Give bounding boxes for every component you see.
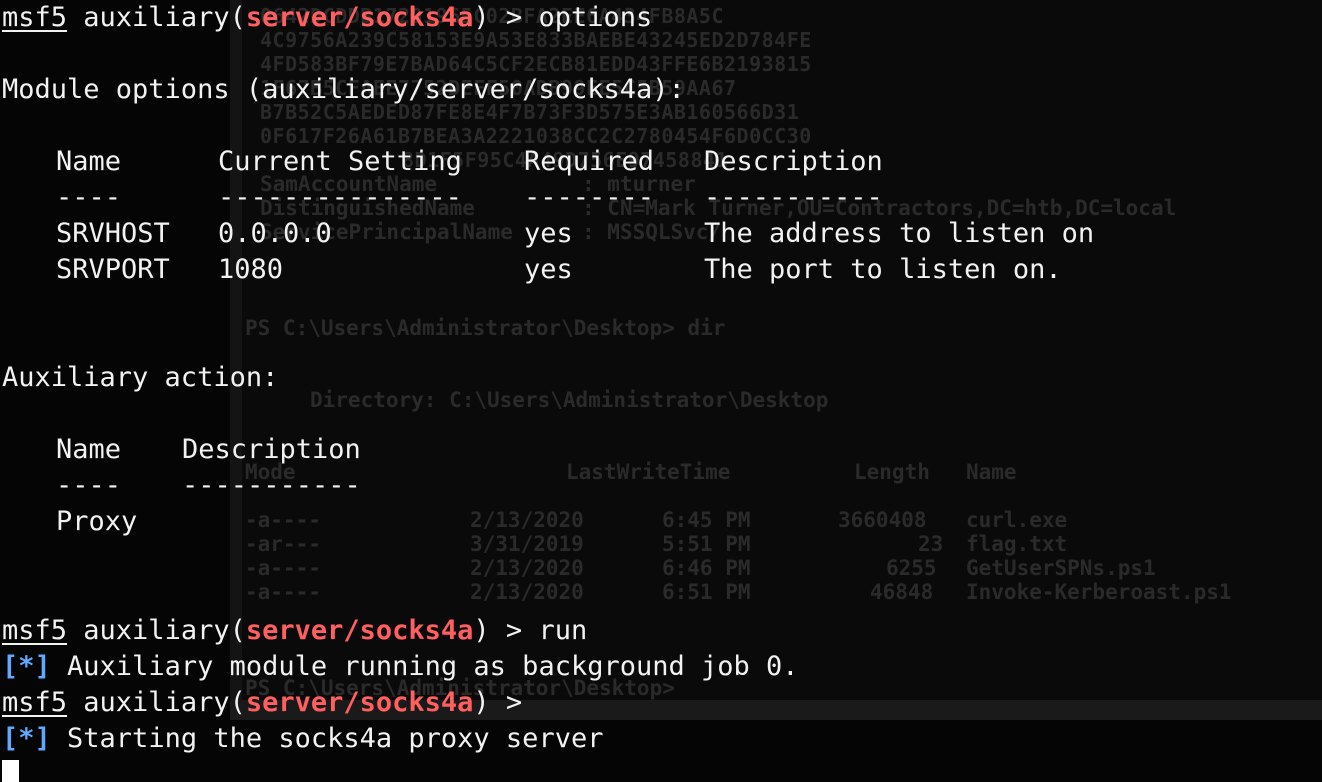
- options-header-setting: Current Setting: [218, 146, 462, 177]
- prompt-module-open: auxiliary(: [67, 687, 246, 718]
- option-name: SRVPORT: [56, 254, 170, 285]
- prompt-module: server/socks4a: [245, 687, 474, 718]
- option-description: The address to listen on: [704, 218, 1095, 249]
- screen: 0642DCDDB17201965C02BFA2EE6A434FB8A5C 4C…: [0, 0, 1322, 782]
- command-text: options: [538, 2, 653, 33]
- prompt-module-open: auxiliary(: [67, 615, 246, 646]
- action-dash: ----: [56, 470, 122, 501]
- option-setting: 0.0.0.0: [218, 218, 332, 249]
- options-header-name: Name: [56, 146, 122, 177]
- option-description: The port to listen on.: [704, 254, 1062, 285]
- status-text: Auxiliary module running as background j…: [50, 651, 799, 682]
- action-dash: -----------: [182, 470, 361, 501]
- options-dash: -----------: [704, 182, 883, 213]
- module-options-heading: Module options (auxiliary/server/socks4a…: [2, 74, 685, 105]
- command-text: run: [538, 615, 588, 646]
- prompt-module: server/socks4a: [245, 615, 474, 646]
- option-required: yes: [524, 218, 573, 249]
- prompt-line: msf5 auxiliary(server/socks4a) > run: [2, 613, 587, 649]
- prompt-module-open: auxiliary(: [67, 2, 246, 33]
- status-line: [*] Starting the socks4a proxy server: [2, 721, 603, 757]
- prompt-module-close: ) >: [473, 687, 539, 718]
- status-marker: [*]: [2, 651, 51, 682]
- option-setting: 1080: [218, 254, 284, 285]
- prompt-module: server/socks4a: [245, 2, 474, 33]
- status-line: [*] Auxiliary module running as backgrou…: [2, 649, 799, 685]
- status-text: Starting the socks4a proxy server: [50, 723, 604, 754]
- prompt-line: msf5 auxiliary(server/socks4a) >: [2, 685, 538, 721]
- terminal-output[interactable]: msf5 auxiliary(server/socks4a) > options…: [0, 0, 1322, 782]
- prompt-module-close: ) >: [473, 2, 539, 33]
- options-dash: ----: [56, 182, 122, 213]
- options-dash: --------: [524, 182, 655, 213]
- status-marker: [*]: [2, 723, 51, 754]
- prompt-prefix: msf5: [2, 2, 68, 33]
- prompt-prefix: msf5: [2, 615, 68, 646]
- option-name: SRVHOST: [56, 218, 170, 249]
- terminal-cursor: [2, 760, 19, 782]
- options-dash: ---------------: [218, 182, 462, 213]
- prompt-line: msf5 auxiliary(server/socks4a) > options: [2, 0, 652, 36]
- prompt-prefix: msf5: [2, 687, 68, 718]
- options-header-required: Required: [524, 146, 655, 177]
- action-name: Proxy: [56, 506, 138, 537]
- action-header-name: Name: [56, 434, 122, 465]
- action-header-description: Description: [182, 434, 361, 465]
- prompt-module-close: ) >: [473, 615, 539, 646]
- options-header-description: Description: [704, 146, 883, 177]
- option-required: yes: [524, 254, 573, 285]
- aux-action-heading: Auxiliary action:: [2, 362, 279, 393]
